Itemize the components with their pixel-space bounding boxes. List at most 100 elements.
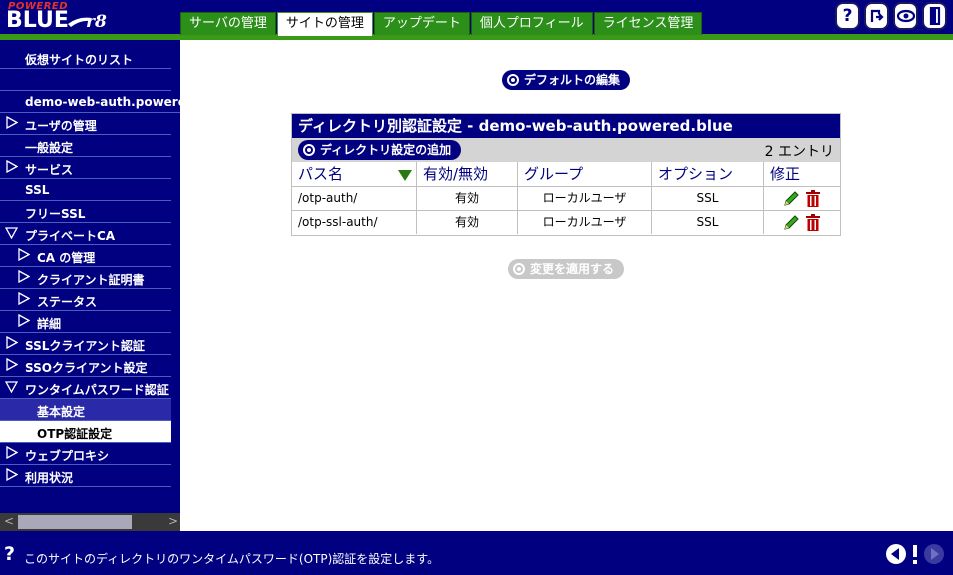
sidebar-item[interactable]: 利用状況 (0, 465, 171, 487)
apply-changes-button[interactable]: 変更を適用する (508, 259, 625, 279)
column-header-group[interactable]: グループ (517, 162, 651, 187)
sort-descending-icon[interactable] (398, 170, 412, 181)
cell-group: ローカルユーザ (517, 211, 651, 234)
table-header-row: パス名 有効/無効 グループ オプション 修正 (292, 162, 840, 187)
tab-server-admin[interactable]: サーバの管理 (180, 12, 276, 35)
sidebar-item-label: 基本設定 (37, 405, 86, 419)
default-edit-label: デフォルトの編集 (524, 73, 621, 87)
header-bar: POWERED BLUE r8 サーバの管理 サイトの管理 アップデート 個人プ… (0, 0, 953, 40)
sidebar-item[interactable]: サービス (0, 157, 171, 179)
sidebar-item[interactable]: ウェブプロキシ (0, 443, 171, 465)
sidebar-item[interactable]: 詳細 (0, 311, 171, 333)
apply-changes-label: 変更を適用する (530, 262, 615, 276)
sidebar-item[interactable]: フリーSSL (0, 201, 171, 223)
column-header-option: オプション (651, 162, 763, 187)
column-header-modify: 修正 (763, 162, 841, 187)
status-text: このサイトのディレクトリのワンタイムパスワード(OTP)認証を設定します。 (24, 552, 440, 566)
sidebar-item[interactable]: ワンタイムパスワード認証 (0, 377, 171, 399)
cell-group: ローカルユーザ (517, 187, 651, 210)
cell-path: /otp-auth/ (298, 191, 358, 205)
sidebar-item[interactable]: demo-web-auth.powered.blue (0, 91, 180, 113)
expand-right-icon[interactable] (5, 468, 18, 481)
help-icon[interactable]: ? (4, 543, 15, 565)
sidebar-item[interactable]: SSLクライアント認証 (0, 333, 171, 355)
sidebar-item[interactable]: ユーザの管理 (0, 113, 171, 135)
sidebar-item-label: 利用状況 (25, 471, 74, 485)
expand-right-icon[interactable] (17, 270, 30, 283)
cell-modify (763, 211, 841, 234)
nav-icon-group (885, 543, 945, 565)
status-bar: ? このサイトのディレクトリのワンタイムパスワード(OTP)認証を設定します。 (0, 531, 953, 575)
help-icon[interactable]: ? (835, 2, 860, 30)
expand-down-icon[interactable] (5, 226, 18, 239)
expand-right-icon[interactable] (17, 314, 30, 327)
logo-version-text: r8 (86, 12, 107, 32)
default-edit-button[interactable]: デフォルトの編集 (502, 70, 631, 90)
sidebar-horizontal-scrollbar[interactable]: < > (0, 513, 180, 531)
sidebar-item[interactable]: SSOクライアント設定 (0, 355, 171, 377)
sidebar-item[interactable]: 一般設定 (0, 135, 171, 157)
expand-right-icon[interactable] (17, 248, 30, 261)
table-toolbar: ディレクトリ設定の追加 2 エントリ (292, 138, 840, 162)
sidebar-item[interactable]: ステータス (0, 289, 171, 311)
sidebar-item-label: CA の管理 (37, 251, 96, 265)
edit-pencil-icon[interactable] (783, 214, 799, 231)
expand-down-icon[interactable] (5, 380, 18, 393)
view-icon[interactable] (893, 2, 918, 30)
cell-option: SSL (651, 211, 763, 234)
product-logo: POWERED BLUE r8 (4, 1, 136, 34)
expand-right-icon[interactable] (5, 336, 18, 349)
logout-icon[interactable] (864, 2, 889, 30)
back-icon[interactable] (885, 543, 907, 565)
sidebar-item[interactable]: CA の管理 (0, 245, 171, 267)
sidebar-item[interactable]: OTP認証設定 (0, 421, 171, 443)
sidebar-item[interactable]: SSL (0, 179, 171, 201)
expand-right-icon[interactable] (5, 358, 18, 371)
scroll-left-icon[interactable]: < (4, 514, 14, 528)
sidebar-nav: 仮想サイトのリスト demo-web-auth.powered.blue ユーザの管… (0, 40, 180, 531)
sidebar-item[interactable]: 基本設定 (0, 399, 171, 421)
tab-site-admin[interactable]: サイトの管理 (276, 12, 373, 36)
expand-right-icon[interactable] (5, 160, 18, 173)
sidebar-item-label: ワンタイムパスワード認証 (25, 383, 169, 397)
expand-right-icon[interactable] (17, 292, 30, 305)
main-content: デフォルトの編集 ディレクトリ別認証設定 - demo-web-auth.pow… (180, 40, 953, 531)
sidebar-item-label: サービス (25, 163, 74, 177)
tab-license[interactable]: ライセンス管理 (593, 12, 703, 35)
entry-count: 2 エントリ (764, 144, 834, 160)
forward-icon[interactable] (923, 543, 945, 565)
sidebar-item-label: SSLクライアント認証 (25, 339, 145, 353)
column-header-path-label: パス名 (298, 165, 344, 183)
top-tabs: サーバの管理 サイトの管理 アップデート 個人プロフィール ライセンス管理 (180, 12, 703, 36)
table-row: /otp-ssl-auth/ 有効 ローカルユーザ SSL (292, 211, 840, 235)
add-directory-button[interactable]: ディレクトリ設定の追加 (298, 140, 462, 160)
button-bullet-icon (507, 74, 519, 86)
sidebar-item-label: 仮想サイトのリスト (25, 53, 134, 67)
table-title: ディレクトリ別認証設定 - demo-web-auth.powered.blue (292, 114, 840, 138)
cell-path: /otp-ssl-auth/ (298, 215, 378, 229)
scroll-right-icon[interactable]: > (168, 514, 178, 528)
sidebar-item[interactable]: クライアント証明書 (0, 267, 171, 289)
cell-enabled: 有効 (416, 187, 517, 210)
button-bullet-icon (303, 144, 315, 156)
column-header-enabled[interactable]: 有効/無効 (416, 162, 517, 187)
exit-icon[interactable] (922, 2, 947, 30)
sidebar-item[interactable]: 仮想サイトのリスト (0, 47, 171, 69)
sidebar-item-label: SSOクライアント設定 (25, 361, 148, 375)
tab-profile[interactable]: 個人プロフィール (470, 12, 593, 35)
expand-right-icon[interactable] (5, 116, 18, 129)
expand-right-icon[interactable] (5, 446, 18, 459)
sidebar-item-label: demo-web-auth.powered.blue (25, 95, 180, 109)
scrollbar-thumb[interactable] (18, 515, 132, 529)
tab-update[interactable]: アップデート (373, 12, 470, 35)
sidebar-item[interactable]: プライベートCA (0, 223, 171, 245)
edit-pencil-icon[interactable] (783, 190, 799, 207)
alert-icon[interactable] (910, 543, 920, 565)
delete-trash-icon[interactable] (805, 214, 821, 231)
delete-trash-icon[interactable] (805, 190, 821, 207)
cell-option: SSL (651, 187, 763, 210)
add-directory-label: ディレクトリ設定の追加 (320, 143, 452, 157)
sidebar-item (0, 69, 171, 91)
column-header-path[interactable]: パス名 (292, 162, 416, 187)
sidebar-item-label: 一般設定 (25, 141, 74, 155)
